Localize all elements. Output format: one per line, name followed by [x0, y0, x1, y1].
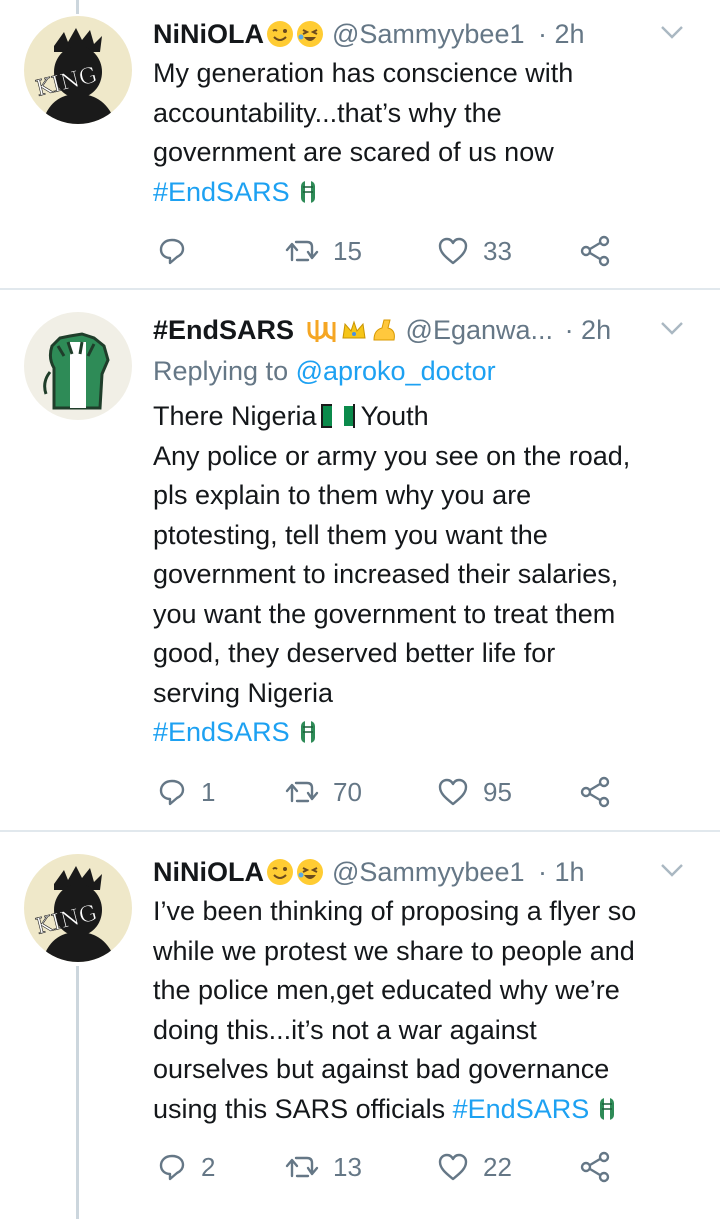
avatar[interactable]: KING — [24, 854, 132, 962]
like-button[interactable]: 95 — [437, 772, 512, 812]
retweet-button[interactable]: 70 — [285, 772, 362, 812]
fist-emoji — [600, 1097, 615, 1120]
retweet-icon — [285, 781, 319, 803]
timestamp: · 1h — [538, 857, 585, 887]
share-button[interactable] — [579, 772, 611, 812]
mention-link[interactable]: @aproko_doctor — [296, 356, 496, 386]
share-icon — [580, 776, 610, 808]
retweet-count: 15 — [333, 235, 362, 266]
retweet-button[interactable]: 15 — [285, 231, 362, 271]
trident-emoji — [307, 320, 336, 342]
reply-button[interactable]: 1 — [157, 772, 215, 812]
replying-to: Replying to @aproko_doctor — [153, 352, 496, 390]
like-button[interactable]: 22 — [437, 1147, 512, 1187]
laugh-emoji — [297, 859, 323, 885]
avatar[interactable] — [24, 312, 132, 420]
fist-emoji — [300, 180, 315, 203]
retweet-icon — [285, 240, 319, 262]
reply-count: 2 — [201, 1151, 216, 1182]
fist-emoji — [300, 721, 315, 743]
tweet-body: I’ve been thinking of proposing a flyer … — [153, 896, 637, 1124]
timestamp: · 2h — [538, 19, 585, 49]
tweet-body: My generation has conscience with accoun… — [153, 58, 574, 167]
tweet-text: There Nigeria Youth Any police or army yo… — [153, 397, 700, 753]
hashtag-link[interactable]: #EndSARS — [153, 717, 290, 747]
nigeria-flag-emoji — [320, 404, 355, 428]
like-icon — [438, 1153, 468, 1181]
tweet-actions: 2 13 22 — [153, 1147, 653, 1187]
user-handle[interactable]: @Sammyybee1 — [332, 857, 524, 887]
share-icon — [580, 235, 610, 267]
like-icon — [438, 237, 468, 265]
tweet-header: #EndSARS @Eganwa... · 2h — [153, 310, 700, 350]
replying-to-label: Replying to — [153, 356, 296, 386]
tweet-1[interactable]: KING NiNiOLA @Sammyybee1 · 2h My generati… — [0, 0, 720, 288]
tweet-header: NiNiOLA @Sammyybee1 · 2h — [153, 14, 700, 54]
retweet-icon — [285, 1156, 319, 1178]
wink-emoji — [267, 859, 293, 885]
chevron-down-icon[interactable] — [660, 862, 684, 878]
crown-emoji — [341, 320, 366, 339]
share-button[interactable] — [579, 1147, 611, 1187]
tweet-header: NiNiOLA @Sammyybee1 · 1h — [153, 852, 700, 892]
chevron-down-icon[interactable] — [660, 24, 684, 40]
retweet-button[interactable]: 13 — [285, 1147, 362, 1187]
reply-icon — [159, 1154, 185, 1181]
share-icon — [580, 1151, 610, 1183]
laugh-emoji — [297, 21, 323, 47]
hashtag-link[interactable]: #EndSARS — [153, 177, 290, 207]
like-count: 95 — [483, 776, 512, 807]
tweet-body-line1-b: Youth — [360, 401, 429, 431]
thread-line-bottom — [76, 966, 79, 1219]
reply-button[interactable]: 2 — [157, 1147, 215, 1187]
retweet-count: 13 — [333, 1151, 362, 1182]
reply-icon — [159, 779, 185, 806]
tweet-actions: 1 70 95 — [153, 772, 653, 812]
retweet-count: 70 — [333, 776, 362, 807]
like-icon — [438, 778, 468, 806]
tweet-body: Any police or army you see on the road, … — [153, 440, 631, 708]
share-button[interactable] — [579, 231, 611, 271]
display-name[interactable]: #EndSARS — [153, 315, 294, 345]
display-name[interactable]: NiNiOLA — [153, 857, 264, 887]
avatar[interactable]: KING — [24, 16, 132, 124]
reply-icon — [159, 238, 185, 265]
user-handle[interactable]: @Sammyybee1 — [332, 19, 524, 49]
tweet-text: My generation has conscience with accoun… — [153, 54, 700, 212]
reply-count: 1 — [201, 776, 216, 807]
like-button[interactable]: 33 — [437, 231, 512, 271]
like-count: 22 — [483, 1151, 512, 1182]
tweet-text: I’ve been thinking of proposing a flyer … — [153, 892, 700, 1129]
hashtag-link[interactable]: #EndSARS — [453, 1094, 590, 1124]
tweet-actions: 15 33 — [153, 231, 653, 271]
tweet-3[interactable]: KING NiNiOLA @Sammyybee1 · 1h I’ve been t… — [0, 832, 720, 1219]
chevron-down-icon[interactable] — [660, 320, 684, 336]
display-name[interactable]: NiNiOLA — [153, 19, 264, 49]
timestamp: · 2h — [564, 315, 612, 345]
user-handle[interactable]: @Eganwa... — [406, 315, 554, 345]
tweet-body-line1-a: There Nigeria — [153, 401, 317, 431]
tweet-2[interactable]: #EndSARS @Eganwa... · 2h Replying to @ap… — [0, 290, 720, 830]
flexed-biceps-emoji — [373, 319, 395, 341]
wink-emoji — [267, 21, 293, 47]
like-count: 33 — [483, 235, 512, 266]
reply-button[interactable] — [157, 231, 201, 271]
